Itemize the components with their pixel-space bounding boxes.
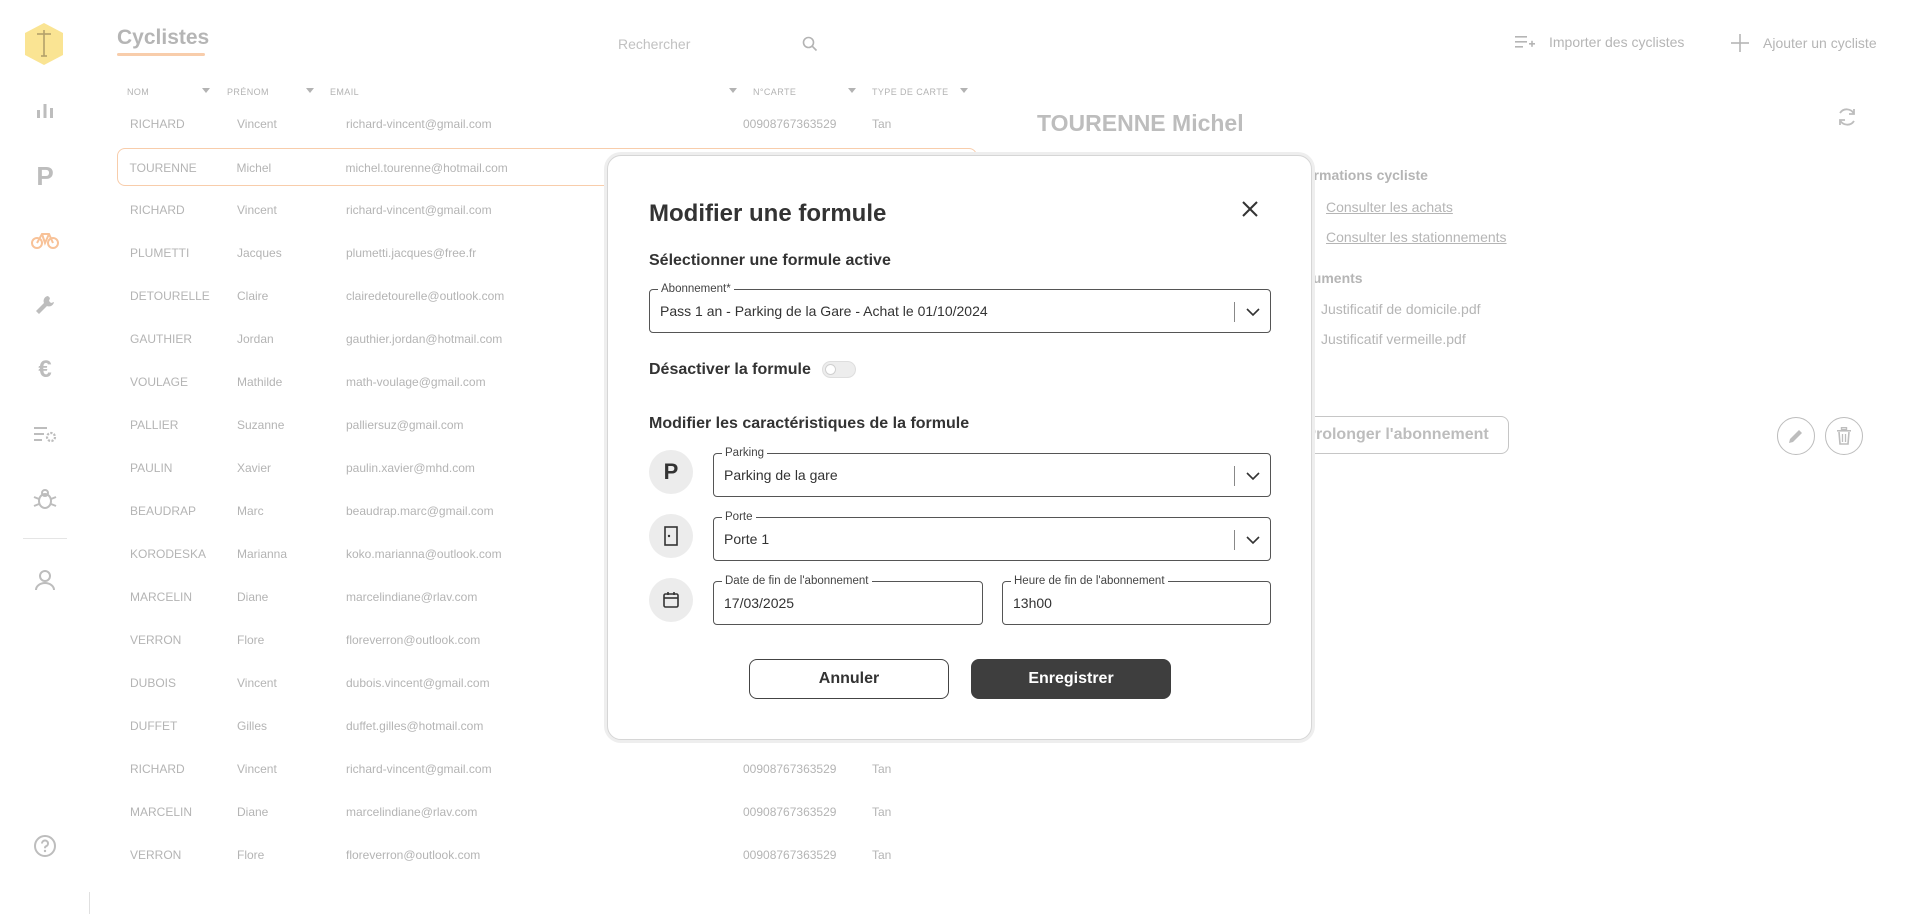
door-select[interactable]: Porte Porte 1 [713, 510, 1271, 561]
calendar-icon [649, 578, 693, 622]
door-label: Porte [722, 510, 756, 524]
edit-formula-modal: Modifier une formule Sélectionner une fo… [607, 155, 1312, 740]
end-date-label: Date de fin de l'abonnement [722, 574, 872, 588]
select-divider [1234, 530, 1235, 550]
parking-label: Parking [722, 446, 767, 460]
edit-characteristics-section-title: Modifier les caractéristiques de la form… [649, 415, 970, 432]
end-date-value[interactable]: 17/03/2025 [724, 595, 794, 611]
cancel-button[interactable]: Annuler [749, 659, 949, 699]
subscription-value: Pass 1 an - Parking de la Gare - Achat l… [660, 303, 988, 319]
subscription-select[interactable]: Abonnement* Pass 1 an - Parking de la Ga… [649, 282, 1271, 333]
active-formula-section-title: Sélectionner une formule active [649, 252, 891, 269]
deactivate-formula-toggle[interactable] [822, 361, 856, 378]
door-value: Porte 1 [724, 531, 770, 547]
parking-value: Parking de la gare [724, 467, 838, 483]
door-icon [649, 514, 693, 558]
close-icon[interactable] [1239, 198, 1261, 220]
end-date-field[interactable]: Date de fin de l'abonnement 17/03/2025 [713, 574, 983, 625]
chevron-down-icon[interactable] [1245, 304, 1261, 320]
app-page: P € Cyclistes Rechercher Importer des cy… [0, 0, 1920, 914]
modal-title: Modifier une formule [649, 200, 887, 227]
chevron-down-icon[interactable] [1245, 468, 1261, 484]
end-time-field[interactable]: Heure de fin de l'abonnement 13h00 [1002, 574, 1271, 625]
toggle-knob [825, 364, 836, 375]
deactivate-formula-label: Désactiver la formule [649, 361, 811, 378]
end-time-value[interactable]: 13h00 [1013, 595, 1052, 611]
subscription-label: Abonnement* [658, 282, 734, 296]
save-button[interactable]: Enregistrer [971, 659, 1171, 699]
select-divider [1234, 466, 1235, 486]
select-divider [1234, 302, 1235, 322]
parking-select[interactable]: Parking Parking de la gare [713, 446, 1271, 497]
chevron-down-icon[interactable] [1245, 532, 1261, 548]
end-time-label: Heure de fin de l'abonnement [1011, 574, 1168, 588]
parking-icon: P [649, 450, 693, 494]
